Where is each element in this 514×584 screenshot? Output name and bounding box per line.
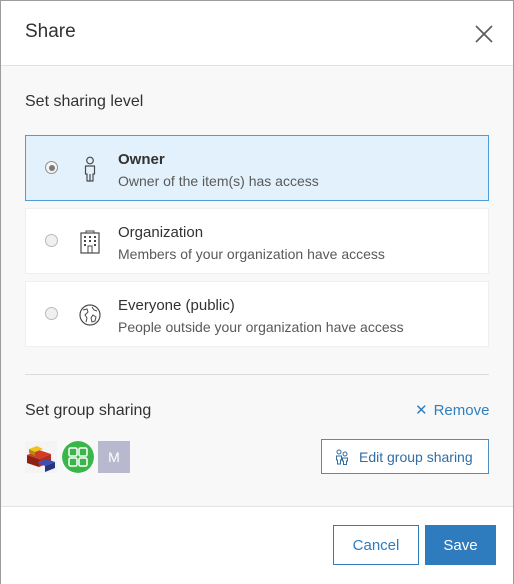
save-button[interactable]: Save [425, 525, 496, 565]
group-sharing-heading: Set group sharing [25, 402, 152, 419]
option-title: Organization [118, 224, 204, 241]
remove-groups-link[interactable]: ✕ Remove [415, 401, 489, 419]
building-icon [80, 230, 100, 254]
dialog-footer: Cancel Save [1, 506, 513, 584]
remove-label: Remove [433, 402, 490, 419]
option-title: Owner [118, 151, 165, 168]
option-title: Everyone (public) [118, 297, 235, 314]
group-thumbnail [25, 441, 57, 473]
option-description: Owner of the item(s) has access [118, 173, 319, 189]
option-description: People outside your organization have ac… [118, 319, 404, 335]
group-thumbnail [62, 441, 94, 473]
group-thumbnail-blocks-icon [25, 441, 57, 473]
edit-group-sharing-label: Edit group sharing [359, 448, 473, 465]
radio-owner[interactable] [45, 161, 58, 174]
cancel-button[interactable]: Cancel [333, 525, 419, 565]
group-thumbnail-initial: M [98, 441, 130, 473]
dialog-header: Share [1, 1, 513, 66]
sharing-option-everyone[interactable]: Everyone (public) People outside your or… [25, 281, 489, 347]
option-description: Members of your organization have access [118, 246, 385, 262]
person-icon [84, 156, 96, 182]
sharing-option-organization[interactable]: Organization Members of your organizatio… [25, 208, 489, 274]
sharing-level-heading: Set sharing level [25, 93, 144, 110]
section-divider [25, 374, 489, 375]
dialog-title: Share [25, 21, 76, 42]
globe-icon [79, 304, 101, 326]
radio-everyone[interactable] [45, 307, 58, 320]
close-button[interactable] [471, 21, 497, 47]
edit-group-sharing-button[interactable]: Edit group sharing [321, 439, 489, 474]
sharing-option-owner[interactable]: Owner Owner of the item(s) has access [25, 135, 489, 201]
radio-organization[interactable] [45, 234, 58, 247]
group-thumbnail-grid-icon [62, 441, 94, 473]
remove-x-icon: ✕ [415, 402, 428, 419]
close-icon [475, 25, 493, 43]
group-people-icon [336, 449, 348, 465]
share-dialog: Share Set sharing level Owner Owner of t… [0, 0, 514, 584]
